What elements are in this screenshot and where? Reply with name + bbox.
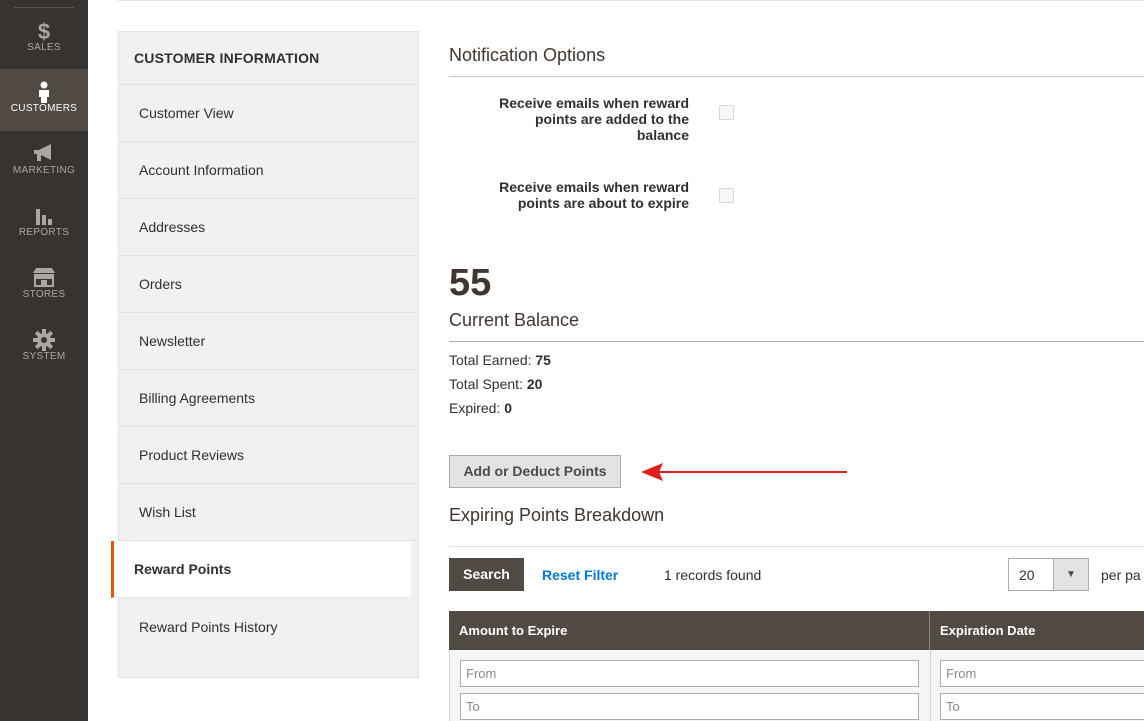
dollar-icon: $ bbox=[0, 8, 88, 42]
notification-options-title: Notification Options bbox=[449, 45, 606, 65]
total-spent-value: 20 bbox=[526, 376, 543, 392]
tab-reward-points-history[interactable]: Reward Points History bbox=[119, 598, 418, 655]
chevron-down-icon[interactable]: ▼ bbox=[1053, 559, 1088, 590]
reward-points-panel: Notification Options Receive emails when… bbox=[449, 0, 1144, 721]
menu-item-sales[interactable]: $ SALES bbox=[0, 8, 88, 70]
menu-item-marketing[interactable]: MARKETING bbox=[0, 131, 88, 193]
expired-value: 0 bbox=[504, 400, 513, 416]
total-spent: Total Spent: 20 bbox=[449, 376, 543, 392]
tabs-title: CUSTOMER INFORMATION bbox=[119, 32, 418, 85]
tab-account-information[interactable]: Account Information bbox=[119, 142, 418, 199]
notify-expire-label: Receive emails when reward points are ab… bbox=[499, 179, 689, 211]
expiring-points-title: Expiring Points Breakdown bbox=[449, 505, 665, 525]
admin-menu: $ SALES CUSTOMERS MARKETING REPORTS STOR… bbox=[0, 0, 88, 721]
amount-from-input[interactable]: From bbox=[460, 660, 919, 687]
per-page-label: per pa bbox=[1101, 567, 1141, 583]
menu-item-system[interactable]: SYSTEM bbox=[0, 317, 88, 379]
menu-label-system: SYSTEM bbox=[22, 351, 66, 362]
current-balance-value: 55 bbox=[449, 262, 492, 304]
megaphone-icon bbox=[0, 131, 88, 161]
reset-filter-link[interactable]: Reset Filter bbox=[542, 567, 618, 583]
tab-reward-points[interactable]: Reward Points bbox=[111, 541, 411, 598]
amount-to-input[interactable]: To bbox=[460, 693, 919, 720]
notification-divider bbox=[449, 76, 1144, 77]
tab-wish-list[interactable]: Wish List bbox=[119, 484, 418, 541]
filter-separator bbox=[930, 650, 931, 721]
date-to-input[interactable]: To bbox=[940, 693, 1144, 720]
breakdown-divider bbox=[449, 546, 1144, 547]
bar-chart-icon bbox=[0, 193, 88, 225]
menu-label-customers: CUSTOMERS bbox=[10, 103, 78, 114]
records-found: 1 records found bbox=[664, 567, 762, 583]
search-button[interactable]: Search bbox=[449, 558, 524, 591]
customer-info-tabs: CUSTOMER INFORMATION Customer View Accou… bbox=[111, 31, 419, 678]
tab-addresses[interactable]: Addresses bbox=[119, 199, 418, 256]
tab-billing-agreements[interactable]: Billing Agreements bbox=[119, 370, 418, 427]
menu-label-reports: REPORTS bbox=[18, 227, 70, 238]
tab-product-reviews[interactable]: Product Reviews bbox=[119, 427, 418, 484]
expired: Expired: 0 bbox=[449, 400, 513, 416]
gear-icon bbox=[0, 317, 88, 351]
per-page-select[interactable]: 20 ▼ bbox=[1008, 558, 1089, 591]
menu-item-stores[interactable]: STORES bbox=[0, 255, 88, 317]
balance-divider bbox=[449, 341, 1144, 342]
column-expiration-date[interactable]: Expiration Date bbox=[930, 611, 1035, 650]
tab-customer-view[interactable]: Customer View bbox=[119, 85, 418, 142]
notify-expire-checkbox[interactable] bbox=[719, 188, 734, 203]
per-page-value: 20 bbox=[1019, 567, 1035, 583]
grid-header: Amount to Expire Expiration Date bbox=[449, 611, 1144, 650]
notify-added-checkbox[interactable] bbox=[719, 105, 734, 120]
column-amount-to-expire[interactable]: Amount to Expire bbox=[449, 611, 567, 650]
annotation-arrow bbox=[641, 463, 847, 481]
menu-label-marketing: MARKETING bbox=[12, 165, 76, 176]
notify-added-label: Receive emails when reward points are ad… bbox=[499, 95, 689, 143]
add-deduct-points-button[interactable]: Add or Deduct Points bbox=[449, 455, 621, 488]
person-icon bbox=[0, 69, 88, 103]
tab-orders[interactable]: Orders bbox=[119, 256, 418, 313]
grid-filters: From To From To bbox=[449, 650, 1144, 721]
total-earned-value: 75 bbox=[535, 352, 551, 368]
storefront-icon bbox=[0, 255, 88, 287]
total-earned: Total Earned: 75 bbox=[449, 352, 551, 368]
menu-item-customers[interactable]: CUSTOMERS bbox=[0, 69, 88, 131]
menu-label-sales: SALES bbox=[27, 42, 61, 53]
tab-newsletter[interactable]: Newsletter bbox=[119, 313, 418, 370]
menu-label-stores: STORES bbox=[22, 289, 66, 300]
current-balance-label: Current Balance bbox=[449, 310, 580, 330]
svg-text:$: $ bbox=[38, 20, 50, 42]
menu-item-reports[interactable]: REPORTS bbox=[0, 193, 88, 255]
date-from-input[interactable]: From bbox=[940, 660, 1144, 687]
